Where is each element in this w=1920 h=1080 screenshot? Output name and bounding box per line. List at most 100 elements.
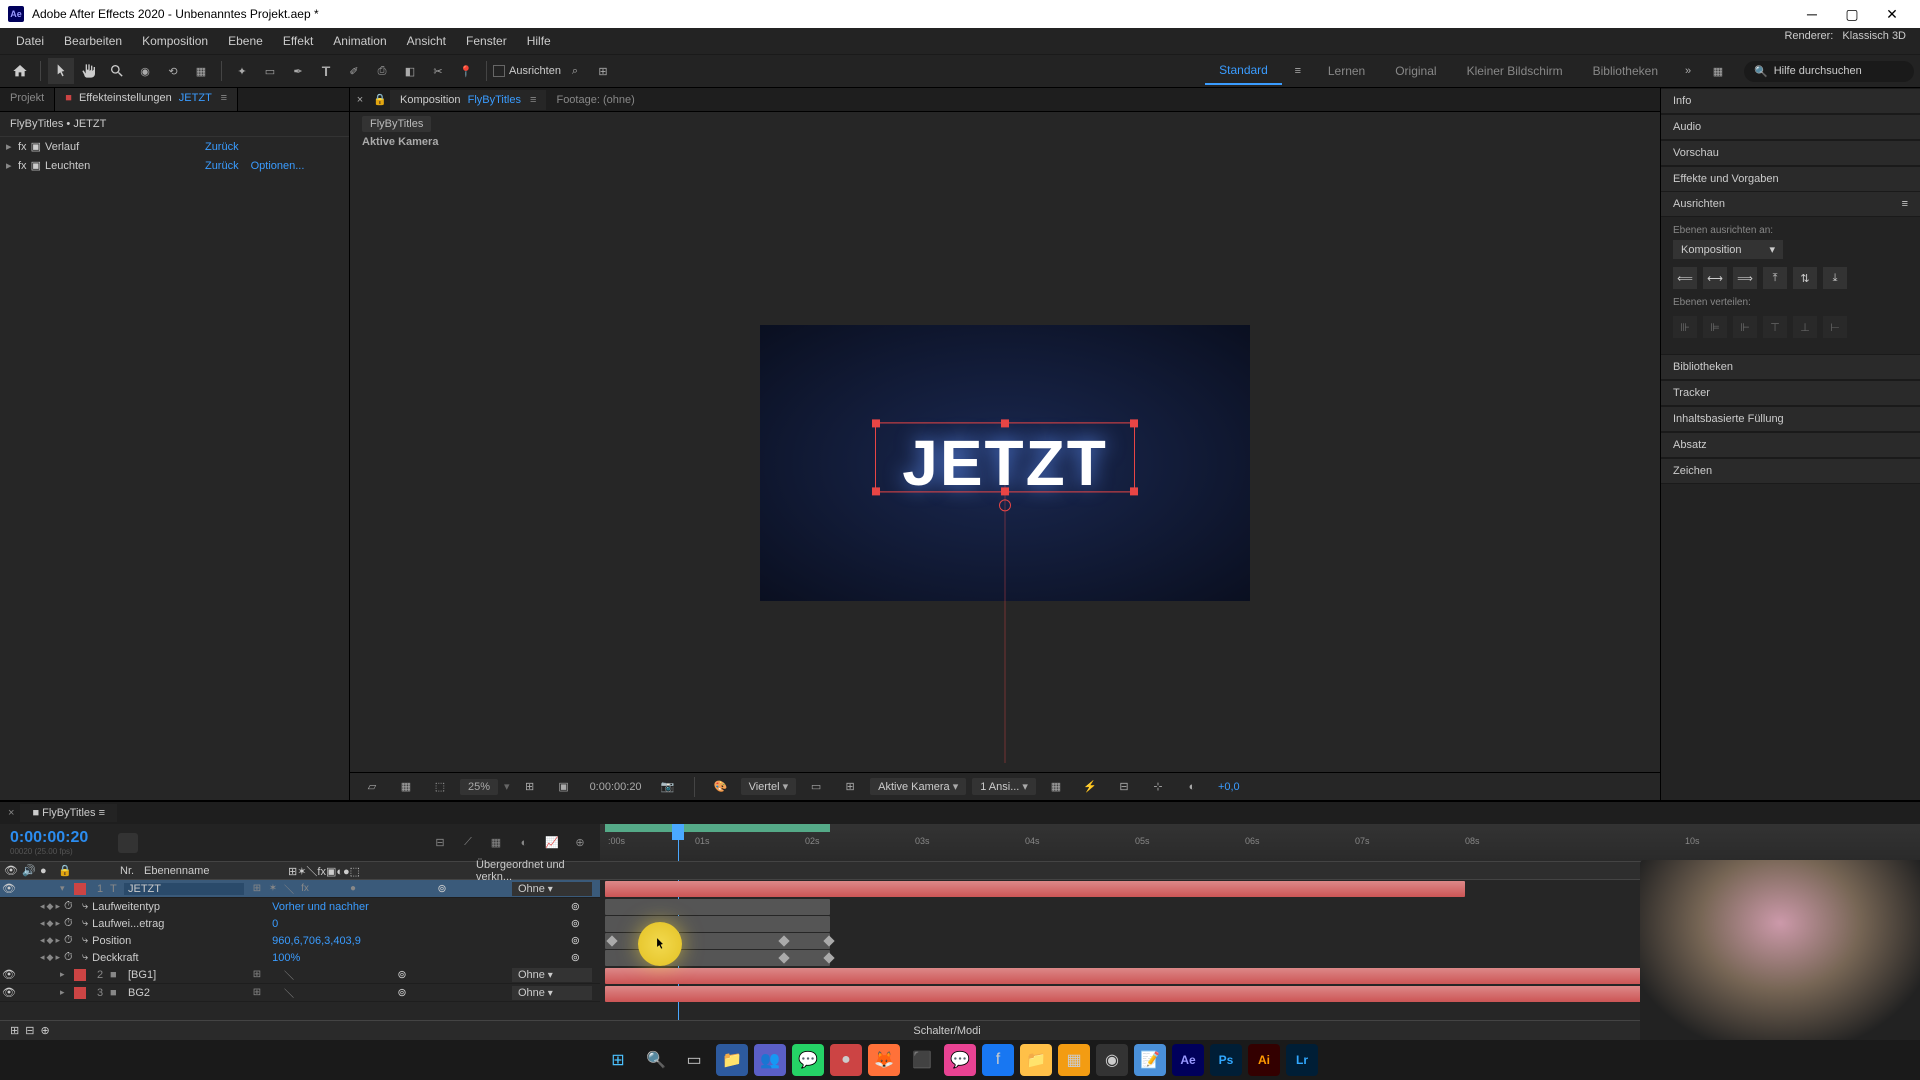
res-full-icon[interactable]: ⊞ [517,774,543,800]
panel-info[interactable]: Info [1661,88,1920,114]
anchor-point-icon[interactable] [999,499,1011,511]
views-dropdown[interactable]: 1 Ansi... ▾ [972,778,1036,795]
flowchart-icon[interactable]: ⊹ [1145,774,1171,800]
stopwatch-icon[interactable]: ⏱ [64,917,78,931]
fx-leuchten[interactable]: ▸ fx ▣ Leuchten Zurück Optionen... [0,156,349,175]
workspace-lernen[interactable]: Lernen [1314,58,1379,84]
parent-dropdown-3[interactable]: Ohne ▾ [512,986,592,1000]
layer-bar-2[interactable] [605,968,1685,984]
comp-mini-icon[interactable]: ⊟ [430,833,450,853]
panel-bibliotheken[interactable]: Bibliotheken [1661,354,1920,380]
folder-icon[interactable]: 📁 [1020,1044,1052,1076]
menu-datei[interactable]: Datei [6,30,54,52]
menu-ebene[interactable]: Ebene [218,30,273,52]
viewport[interactable]: JETZT [350,154,1660,772]
menu-effekt[interactable]: Effekt [273,30,323,52]
layer-bar-1[interactable] [605,881,1465,897]
app-icon-dark[interactable]: ⬛ [906,1044,938,1076]
panel-absatz[interactable]: Absatz [1661,432,1920,458]
start-icon[interactable]: ⊞ [602,1044,634,1076]
shape-tool[interactable]: ▭ [257,58,283,84]
comp-breadcrumb[interactable]: FlyByTitles [362,116,431,132]
maximize-button[interactable]: ▢ [1832,0,1872,28]
align-top-icon[interactable]: ⤒ [1763,267,1787,289]
layer-name-3[interactable]: BG2 [124,987,244,999]
layer-name-1[interactable]: JETZT [124,883,244,895]
taskbar-search-icon[interactable]: 🔍 [640,1044,672,1076]
hand-tool[interactable] [76,58,102,84]
fast-preview-icon[interactable]: ⚡ [1077,774,1103,800]
layer-color-chip[interactable] [74,883,86,895]
color-mgmt-icon[interactable]: 🎨 [708,774,734,800]
workspace-overflow-icon[interactable]: » [1675,58,1701,84]
workspace-biblio[interactable]: Bibliotheken [1579,58,1672,84]
taskview-icon[interactable]: ▭ [678,1044,710,1076]
comp-close-icon[interactable]: × [351,87,369,113]
workspace-grid-icon[interactable]: ▦ [1705,58,1731,84]
app-icon-red[interactable]: ● [830,1044,862,1076]
graph-icon[interactable]: 📈 [542,833,562,853]
playhead[interactable] [678,824,679,861]
time-ruler[interactable]: :00s 01s 02s 03s 04s 05s 06s 07s 08s 10s [600,824,1920,861]
exposure-reset-icon[interactable]: ◐ [1179,774,1205,800]
fx-options-leuchten[interactable]: Optionen... [251,160,305,172]
timecode[interactable]: 0:00:00:20 [10,829,88,847]
toggle-modes-icon[interactable]: ⊟ [25,1024,34,1037]
brush-tool[interactable]: ✐ [341,58,367,84]
3d-icon[interactable]: ⬚ [427,774,453,800]
viewer-time[interactable]: 0:00:00:20 [584,779,648,795]
shy-icon[interactable]: ⟋ [458,833,478,853]
menu-komposition[interactable]: Komposition [132,30,218,52]
layer-name-2[interactable]: [BG1] [124,969,244,981]
tab-komposition[interactable]: Komposition FlyByTitles ≡ [390,90,546,110]
ps-taskbar-icon[interactable]: Ps [1210,1044,1242,1076]
menu-ansicht[interactable]: Ansicht [397,30,456,52]
timeline-search-icon[interactable] [118,833,138,853]
close-button[interactable]: ✕ [1872,0,1912,28]
visibility-toggle[interactable]: 👁 [2,968,16,982]
panel-audio[interactable]: Audio [1661,114,1920,140]
snap-opt-icon[interactable]: ⌕ [562,58,588,84]
toggle-switches-icon[interactable]: ⊞ [10,1024,19,1037]
workspace-original[interactable]: Original [1381,58,1450,84]
puppet-tool[interactable]: 📍 [453,58,479,84]
timeline-tab[interactable]: ■ FlyByTitles ≡ [20,804,117,822]
minimize-button[interactable]: ─ [1792,0,1832,28]
stopwatch-icon[interactable]: ⏱ [64,934,78,948]
rotate-tool[interactable]: ⟲ [160,58,186,84]
home-icon[interactable] [7,58,33,84]
align-vcenter-icon[interactable]: ⇅ [1793,267,1817,289]
panel-vorschau[interactable]: Vorschau [1661,140,1920,166]
obs-icon[interactable]: ◉ [1096,1044,1128,1076]
app-icon-y[interactable]: ▦ [1058,1044,1090,1076]
parent-dropdown-1[interactable]: Ohne ▾ [512,882,592,896]
menu-animation[interactable]: Animation [323,30,396,52]
align-left-icon[interactable]: ⟸ [1673,267,1697,289]
visibility-toggle[interactable]: 👁 [2,882,16,896]
anchor-tool[interactable]: ✦ [229,58,255,84]
layer-row-1[interactable]: 👁 ▾ 1 T JETZT ⊞✶＼fx● ⊚ Ohne ▾ [0,880,600,898]
prop-deckkraft[interactable]: ◂◆▸ ⏱⤷ Deckkraft 100% ⊚ [0,949,600,966]
prop-position[interactable]: ◂◆▸ ⏱⤷ Position 960,6,706,3,403,9 ⊚ [0,932,600,949]
align-target-dropdown[interactable]: Komposition▾ [1673,240,1783,259]
panel-effekte[interactable]: Effekte und Vorgaben [1661,166,1920,192]
ai-taskbar-icon[interactable]: Ai [1248,1044,1280,1076]
panel-zeichen[interactable]: Zeichen [1661,458,1920,484]
menu-hilfe[interactable]: Hilfe [517,30,561,52]
prop-bar[interactable] [605,899,830,915]
transparency-icon[interactable]: ▦ [393,774,419,800]
roto-tool[interactable]: ✂ [425,58,451,84]
messenger-icon[interactable]: 💬 [944,1044,976,1076]
brain-icon[interactable]: ⊕ [570,833,590,853]
panel-tracker[interactable]: Tracker [1661,380,1920,406]
region-icon[interactable]: ▭ [803,774,829,800]
prop-laufweitentyp[interactable]: ◂◆▸ ⏱⤷ Laufweitentyp Vorher und nachher … [0,898,600,915]
zoom-dropdown[interactable]: 25% [460,779,498,795]
footer-label[interactable]: Schalter/Modi [913,1025,980,1037]
zoom-tool[interactable] [104,58,130,84]
layer-row-3[interactable]: 👁 ▸ 3 ■ BG2 ⊞＼ ⊚ Ohne ▾ [0,984,600,1002]
whatsapp-icon[interactable]: 💬 [792,1044,824,1076]
tab-effekteinstellungen[interactable]: ■ Effekteinstellungen JETZT ≡ [55,88,238,111]
eraser-tool[interactable]: ◧ [397,58,423,84]
lr-taskbar-icon[interactable]: Lr [1286,1044,1318,1076]
